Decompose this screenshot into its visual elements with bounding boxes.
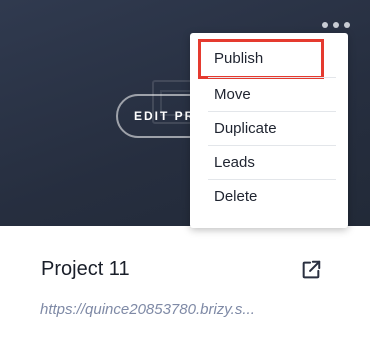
project-url-link[interactable]: https://quince20853780.brizy.s... (40, 301, 255, 318)
project-card: EDIT PROJECT Publish Move Duplicate Lead… (0, 0, 370, 353)
menu-item-leads[interactable]: Leads (208, 145, 336, 179)
menu-item-publish[interactable]: Publish (198, 39, 324, 79)
menu-item-duplicate[interactable]: Duplicate (208, 111, 336, 145)
menu-item-delete[interactable]: Delete (208, 179, 336, 213)
menu-item-move[interactable]: Move (208, 77, 336, 111)
more-options-icon[interactable] (322, 18, 350, 32)
external-link-icon[interactable] (300, 259, 322, 281)
project-title: Project 11 (41, 258, 130, 280)
dot-icon (333, 22, 339, 28)
project-options-menu: Publish Move Duplicate Leads Delete (190, 33, 348, 228)
dot-icon (344, 22, 350, 28)
dot-icon (322, 22, 328, 28)
